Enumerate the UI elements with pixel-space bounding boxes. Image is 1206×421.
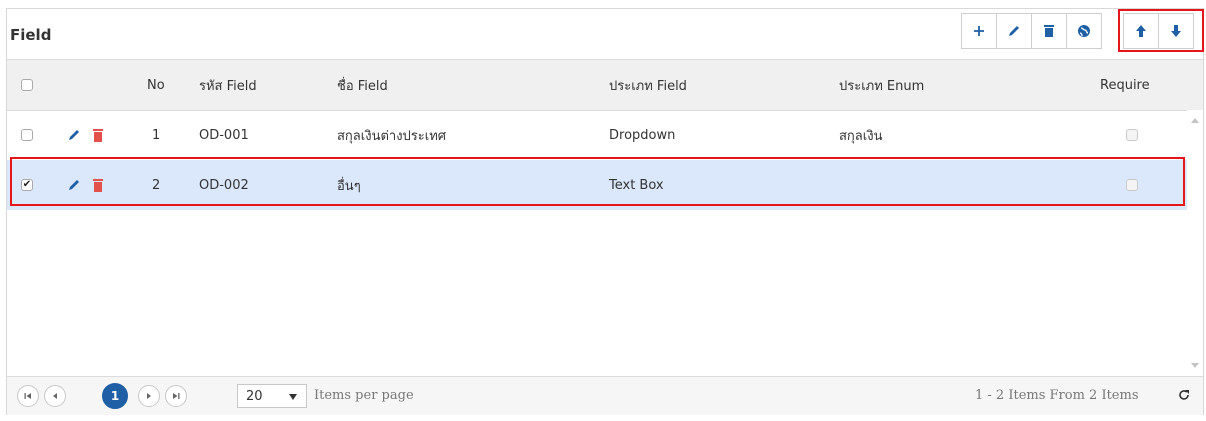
- move-up-button[interactable]: [1123, 13, 1159, 49]
- row-field-name: อื่นๆ: [337, 178, 361, 194]
- chevron-down-icon: [289, 394, 297, 400]
- delete-button[interactable]: [1031, 13, 1067, 49]
- column-field-type[interactable]: ประเภท Field: [609, 60, 687, 110]
- row-field-type: Text Box: [609, 177, 664, 193]
- trash-icon: [1044, 25, 1054, 37]
- row-field-code: OD-002: [199, 177, 249, 193]
- move-down-button[interactable]: [1158, 13, 1194, 49]
- vertical-scrollbar[interactable]: [1187, 110, 1203, 376]
- column-require[interactable]: Require: [1100, 60, 1150, 110]
- page-size-value: 20: [246, 388, 263, 404]
- toolbar: [961, 13, 1102, 51]
- last-page-button[interactable]: [165, 385, 187, 407]
- page-size-select[interactable]: 20: [237, 384, 307, 408]
- trash-icon[interactable]: [92, 128, 104, 143]
- arrow-up-icon: [1136, 25, 1146, 37]
- pencil-icon[interactable]: [67, 178, 81, 192]
- plus-icon: [974, 26, 984, 36]
- pencil-icon[interactable]: [67, 128, 81, 142]
- scroll-up-icon[interactable]: [1191, 118, 1199, 123]
- row-no: 1: [152, 127, 161, 143]
- column-no[interactable]: No: [147, 60, 165, 110]
- pencil-icon: [1009, 26, 1019, 36]
- items-per-page-label: Items per page: [314, 388, 414, 403]
- grid-body: 1 OD-001 สกุลเงินต่างประเทศ Dropdown สกุ…: [7, 110, 1203, 376]
- column-enum-type[interactable]: ประเภท Enum: [839, 60, 924, 110]
- refresh-button[interactable]: [1177, 388, 1191, 406]
- first-page-icon: [24, 393, 31, 399]
- add-button[interactable]: [961, 13, 997, 49]
- row-field-type: Dropdown: [609, 127, 676, 143]
- row-checkbox[interactable]: [21, 129, 33, 141]
- panel-header: Field: [7, 9, 1203, 59]
- pager-summary: 1 - 2 Items From 2 Items: [975, 388, 1139, 403]
- table-row[interactable]: ✔ 2 OD-002 อื่นๆ Text Box: [7, 160, 1187, 210]
- refresh-icon: [1179, 390, 1189, 400]
- first-page-button[interactable]: [17, 385, 39, 407]
- row-field-code: OD-001: [199, 127, 249, 143]
- grid-header: No รหัส Field ชื่อ Field ประเภท Field ปร…: [7, 59, 1203, 111]
- arrow-down-icon: [1171, 25, 1181, 37]
- move-toolbar: [1123, 13, 1194, 51]
- column-field-code[interactable]: รหัส Field: [199, 60, 257, 110]
- pager: 1 20 Items per page 1 - 2 Items From 2 I…: [7, 376, 1203, 415]
- last-page-icon: [173, 393, 180, 399]
- field-panel: Field No รหัส Field ชื่อ Field ประเภท Fi…: [6, 8, 1204, 415]
- page-button-current[interactable]: 1: [102, 383, 128, 409]
- language-button[interactable]: [1066, 13, 1102, 49]
- require-checkbox[interactable]: [1126, 179, 1138, 191]
- previous-page-button[interactable]: [44, 385, 66, 407]
- scroll-down-icon[interactable]: [1191, 363, 1199, 368]
- table-row[interactable]: 1 OD-001 สกุลเงินต่างประเทศ Dropdown สกุ…: [7, 110, 1187, 160]
- globe-icon: [1078, 25, 1090, 37]
- row-no: 2: [152, 177, 161, 193]
- previous-page-icon: [53, 393, 57, 399]
- row-field-name: สกุลเงินต่างประเทศ: [337, 128, 447, 144]
- row-checkbox[interactable]: ✔: [21, 179, 33, 191]
- column-field-name[interactable]: ชื่อ Field: [337, 60, 388, 110]
- trash-icon[interactable]: [92, 178, 104, 193]
- next-page-button[interactable]: [138, 385, 160, 407]
- require-checkbox[interactable]: [1126, 129, 1138, 141]
- panel-title: Field: [10, 26, 52, 44]
- row-enum-type: สกุลเงิน: [839, 128, 883, 144]
- next-page-icon: [147, 393, 151, 399]
- edit-button[interactable]: [996, 13, 1032, 49]
- select-all-checkbox[interactable]: [21, 79, 33, 91]
